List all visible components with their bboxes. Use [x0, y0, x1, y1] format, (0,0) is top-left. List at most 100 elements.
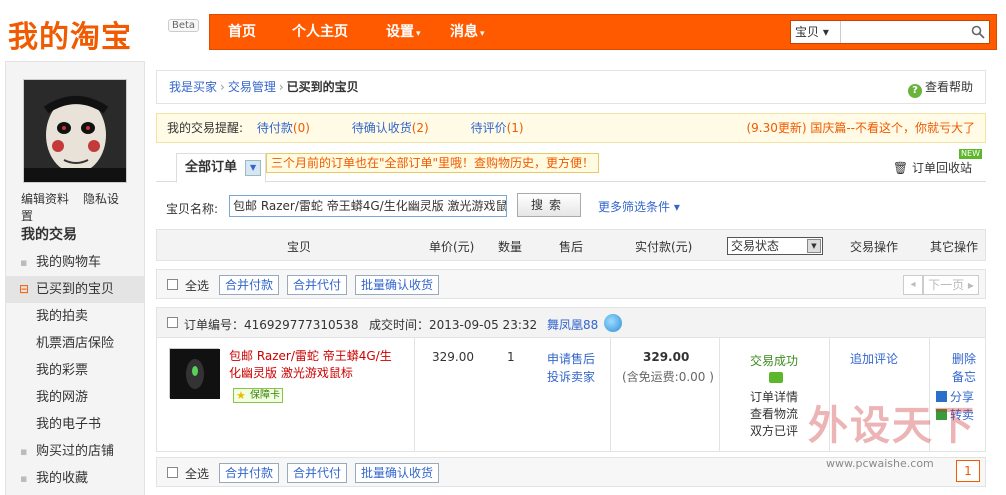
nav-home[interactable]: 首页: [228, 15, 256, 49]
col-unit-price: 单价(元): [429, 240, 475, 254]
col-other-ops: 其它操作: [930, 240, 979, 254]
select-all-checkbox-bottom[interactable]: [167, 467, 178, 478]
watermark-url: www.pcwaishe.com: [826, 457, 934, 470]
watermark-logo: 外设天下: [808, 402, 976, 449]
col-paid: 实付款(元): [635, 240, 693, 254]
nav-settings[interactable]: 设置 ▾: [386, 15, 421, 49]
cell-item: [157, 338, 415, 451]
trash-icon: 🗑: [892, 161, 909, 175]
reminder-pending-pay[interactable]: 待付款(0): [257, 121, 310, 135]
search-icon[interactable]: [971, 25, 985, 39]
merge-proxy-pay-button-bottom[interactable]: 合并代付: [287, 463, 348, 483]
profile-links: 编辑资料 隐私设置: [21, 190, 144, 224]
breadcrumb-trade[interactable]: 交易管理: [228, 80, 276, 94]
sidebar: 编辑资料隐私设置 我的交易 我的购物车 已买到的宝贝 我的拍卖 机票酒店保险 我…: [5, 61, 145, 495]
order-checkbox[interactable]: [167, 317, 178, 328]
taobao-logo[interactable]: 我的淘宝: [8, 12, 132, 56]
breadcrumb-buyer[interactable]: 我是买家: [169, 80, 217, 94]
trade-status: 交易成功: [750, 354, 799, 368]
batch-confirm-button[interactable]: 批量确认收货: [355, 275, 440, 295]
sidebar-item-ebooks[interactable]: 我的电子书: [6, 411, 144, 438]
nav-profile[interactable]: 个人主页: [292, 15, 348, 49]
search-button[interactable]: 搜索: [517, 193, 581, 217]
col-after-sale: 售后: [559, 240, 584, 254]
help-link[interactable]: ? 查看帮助: [907, 71, 973, 103]
sidebar-item-shops[interactable]: 购买过的店铺: [6, 438, 144, 465]
col-trade-ops: 交易操作: [850, 240, 899, 254]
sidebar-section-title: 我的交易: [21, 227, 77, 243]
edit-profile-link[interactable]: 编辑资料: [21, 192, 69, 206]
delete-link[interactable]: 删除: [952, 350, 976, 367]
reminder-pending-review[interactable]: 待评价(1): [471, 121, 524, 135]
chat-bubble-icon[interactable]: [769, 372, 783, 383]
wangwang-chat-icon[interactable]: [604, 314, 622, 332]
tab-all-orders[interactable]: 全部订单 ▼: [176, 153, 267, 183]
sidebar-item-travel[interactable]: 机票酒店保险: [6, 330, 144, 357]
trade-status-select[interactable]: 交易状态 ▼: [727, 237, 823, 255]
apply-after-sale-link[interactable]: 申请售后: [547, 350, 595, 367]
help-icon: ?: [907, 84, 922, 98]
trade-reminder-bar: 我的交易提醒: 待付款(0) 待确认收货(2) 待评价(1) (9.30更新) …: [156, 113, 986, 143]
batch-bar-top: 全选 合并付款 合并代付 批量确认收货 ◂ 下一页 ▸: [156, 269, 986, 299]
chevron-down-icon: ▾: [480, 29, 485, 39]
new-badge: NEW: [959, 149, 982, 159]
tab-tip: 三个月前的订单也在"全部订单"里哦！查购物历史，更方便！: [266, 153, 600, 173]
unit-price: 329.00: [432, 350, 474, 364]
breadcrumb-separator: ›: [278, 80, 284, 94]
select-all-checkbox[interactable]: [167, 279, 178, 290]
merge-pay-button[interactable]: 合并付款: [219, 275, 280, 295]
promo-link[interactable]: (9.30更新) 国庆篇--不看这个，你就亏大了: [746, 114, 975, 142]
sidebar-item-auction[interactable]: 我的拍卖: [6, 303, 144, 330]
sidebar-menu: 我的购物车 已买到的宝贝 我的拍卖 机票酒店保险 我的彩票 我的网游 我的电子书…: [6, 249, 144, 492]
search-category-select[interactable]: 宝贝 ▾: [791, 21, 841, 43]
breadcrumb: 我是买家 › 交易管理 › 已买到的宝贝 ? 查看帮助: [156, 70, 986, 104]
next-page-button[interactable]: 下一页 ▸: [923, 275, 979, 295]
view-logistics-link[interactable]: 查看物流: [750, 405, 798, 422]
sidebar-item-favorites[interactable]: 我的收藏: [6, 465, 144, 492]
avatar[interactable]: [23, 79, 127, 183]
recycle-bin-link[interactable]: 🗑 订单回收站: [893, 159, 972, 176]
paid-amount: 329.00: [643, 350, 690, 364]
item-name-label: 宝贝名称:: [166, 202, 219, 216]
chevron-down-icon[interactable]: ▼: [245, 160, 262, 176]
search-input[interactable]: [842, 21, 967, 43]
nav-messages[interactable]: 消息 ▾: [450, 15, 485, 49]
quantity: 1: [507, 350, 515, 364]
item-name-input[interactable]: 包邮 Razer/雷蛇 帝王蟒4G/生化幽灵版 激光游戏鼠: [229, 195, 507, 217]
seller-link[interactable]: 舞凤凰88: [547, 316, 598, 333]
sidebar-item-lottery[interactable]: 我的彩票: [6, 357, 144, 384]
reminder-pending-confirm[interactable]: 待确认收货(2): [352, 121, 429, 135]
order-tabs: 全部订单 ▼ 三个月前的订单也在"全部订单"里哦！查购物历史，更方便！ 🗑 订单回…: [156, 149, 986, 183]
order-header: 订单编号：416929777310538 成交时间：2013-09-05 23:…: [157, 308, 985, 338]
merge-proxy-pay-button[interactable]: 合并代付: [287, 275, 348, 295]
top-navbar: 首页 个人主页 设置 ▾ 消息 ▾ 宝贝 ▾: [209, 14, 997, 50]
chevron-down-icon: ▾: [416, 29, 421, 39]
select-all-label: 全选: [185, 279, 210, 293]
search-box: 宝贝 ▾: [790, 20, 990, 44]
order-number: 订单编号：416929777310538: [184, 318, 359, 332]
page-number-button[interactable]: 1: [956, 460, 980, 482]
reminder-label: 我的交易提醒:: [167, 121, 244, 135]
breadcrumb-separator: ›: [220, 80, 225, 94]
order-detail-link[interactable]: 订单详情: [750, 388, 798, 405]
chevron-down-icon: ▼: [807, 239, 821, 253]
complain-seller-link[interactable]: 投诉卖家: [547, 368, 595, 385]
merge-pay-button-bottom[interactable]: 合并付款: [219, 463, 280, 483]
both-reviewed-link[interactable]: 双方已评: [750, 422, 798, 439]
filter-row: 宝贝名称: 包邮 Razer/雷蛇 帝王蟒4G/生化幽灵版 激光游戏鼠 搜索 更…: [156, 192, 986, 222]
col-qty: 数量: [498, 240, 523, 254]
col-item: 宝贝: [287, 240, 312, 254]
add-review-link[interactable]: 追加评论: [850, 350, 898, 367]
sidebar-item-bought[interactable]: 已买到的宝贝: [6, 276, 144, 303]
memo-link[interactable]: 备忘: [952, 368, 976, 385]
sidebar-item-cart[interactable]: 我的购物车: [6, 249, 144, 276]
batch-confirm-button-bottom[interactable]: 批量确认收货: [355, 463, 440, 483]
shipping-note: (含免运费:0.00 ): [622, 370, 714, 384]
beta-badge: Beta: [168, 19, 200, 32]
order-time: 成交时间：2013-09-05 23:32: [369, 318, 538, 332]
breadcrumb-current: 已买到的宝贝: [286, 80, 359, 94]
sidebar-item-games[interactable]: 我的网游: [6, 384, 144, 411]
more-filters-link[interactable]: 更多筛选条件 ▾: [598, 198, 680, 215]
prev-page-button[interactable]: ◂: [903, 275, 923, 295]
select-all-label: 全选: [185, 467, 210, 481]
